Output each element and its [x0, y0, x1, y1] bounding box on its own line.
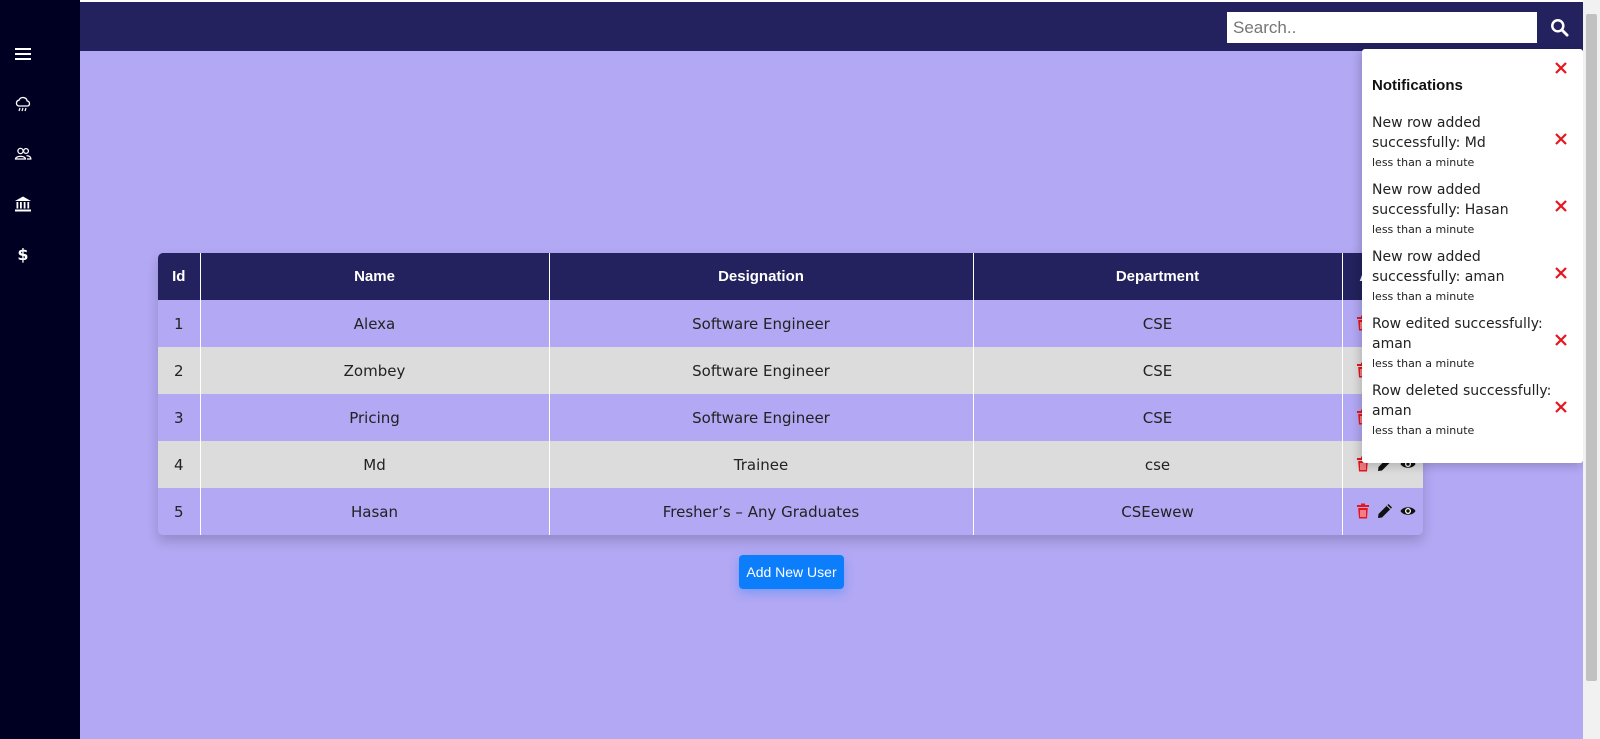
notifications-panel: Notifications New row added successfully… — [1362, 49, 1583, 463]
sidebar: $ — [0, 0, 80, 739]
search-input[interactable] — [1227, 12, 1537, 43]
top-header — [80, 2, 1597, 51]
dismiss-notification-icon[interactable] — [1555, 400, 1569, 414]
cell-name: Hasan — [200, 488, 550, 535]
notification-time: less than a minute — [1372, 156, 1475, 169]
notification-message: Row deleted successfully: aman — [1372, 383, 1552, 419]
table-row: 5 Hasan Fresher’s – Any Graduates CSEewe… — [158, 488, 1423, 535]
cell-department: CSE — [973, 394, 1343, 441]
add-new-user-button[interactable]: Add New User — [739, 555, 844, 589]
bank-icon[interactable] — [12, 193, 34, 215]
dismiss-notification-icon[interactable] — [1555, 132, 1569, 146]
cloud-rain-icon[interactable] — [12, 93, 34, 115]
notification-time: less than a minute — [1372, 357, 1475, 370]
table-row: 2 Zombey Software Engineer CSE — [158, 347, 1423, 394]
cell-id: 5 — [158, 488, 201, 535]
dismiss-notification-icon[interactable] — [1555, 199, 1569, 213]
scrollbar-thumb[interactable] — [1586, 14, 1597, 681]
notification-message: Row edited successfully: aman — [1372, 316, 1543, 352]
column-header-department: Department — [973, 253, 1343, 300]
notification-item: New row added successfully: Md less than… — [1372, 113, 1552, 169]
notification-message: New row added successfully: Md — [1372, 115, 1486, 151]
users-icon[interactable] — [12, 143, 34, 165]
table-row: 1 Alexa Software Engineer CSE — [158, 300, 1423, 347]
cell-designation: Software Engineer — [549, 300, 974, 347]
table-header-row: Id Name Designation Department Action — [158, 253, 1423, 300]
cell-id: 2 — [158, 347, 201, 394]
cell-department: CSE — [973, 347, 1343, 394]
notification-time: less than a minute — [1372, 223, 1475, 236]
cell-id: 4 — [158, 441, 201, 488]
notification-item: New row added successfully: Hasan less t… — [1372, 180, 1552, 236]
notification-item: New row added successfully: aman less th… — [1372, 247, 1552, 303]
cell-name: Pricing — [200, 394, 550, 441]
cell-designation: Software Engineer — [549, 347, 974, 394]
notification-message: New row added successfully: Hasan — [1372, 182, 1509, 218]
close-panel-icon[interactable] — [1555, 61, 1569, 75]
cell-name: Alexa — [200, 300, 550, 347]
trash-icon[interactable] — [1355, 503, 1373, 521]
notifications-title: Notifications — [1372, 77, 1463, 94]
cell-name: Zombey — [200, 347, 550, 394]
notification-item: Row deleted successfully: aman less than… — [1372, 381, 1552, 437]
table-row: 3 Pricing Software Engineer CSE — [158, 394, 1423, 441]
cell-actions — [1342, 488, 1423, 535]
dollar-glyph: $ — [17, 244, 29, 264]
notification-time: less than a minute — [1372, 424, 1475, 437]
eye-icon[interactable] — [1400, 503, 1418, 521]
cell-designation: Software Engineer — [549, 394, 974, 441]
column-header-designation: Designation — [549, 253, 974, 300]
cell-department: CSE — [973, 300, 1343, 347]
column-header-id: Id — [158, 253, 201, 300]
dollar-icon[interactable]: $ — [12, 243, 34, 265]
search-icon[interactable] — [1548, 16, 1570, 38]
notification-item: Row edited successfully: aman less than … — [1372, 314, 1552, 370]
cell-designation: Fresher’s – Any Graduates — [549, 488, 974, 535]
dismiss-notification-icon[interactable] — [1555, 333, 1569, 347]
cell-department: CSEewew — [973, 488, 1343, 535]
menu-icon[interactable] — [12, 43, 34, 65]
notification-time: less than a minute — [1372, 290, 1475, 303]
cell-id: 1 — [158, 300, 201, 347]
table-row: 4 Md Trainee cse — [158, 441, 1423, 488]
users-table: Id Name Designation Department Action 1 … — [158, 253, 1423, 535]
cell-designation: Trainee — [549, 441, 974, 488]
dismiss-notification-icon[interactable] — [1555, 266, 1569, 280]
cell-name: Md — [200, 441, 550, 488]
cell-department: cse — [973, 441, 1343, 488]
notification-message: New row added successfully: aman — [1372, 249, 1505, 285]
cell-id: 3 — [158, 394, 201, 441]
pencil-icon[interactable] — [1377, 503, 1395, 521]
column-header-name: Name — [200, 253, 550, 300]
